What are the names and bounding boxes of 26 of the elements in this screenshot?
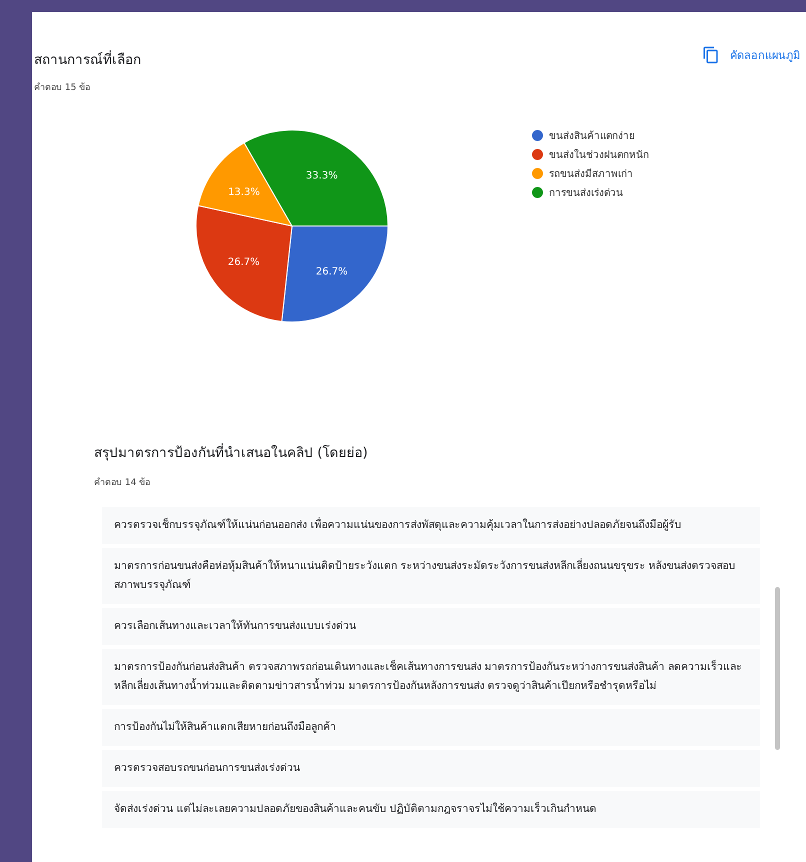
slice-label: 13.3% xyxy=(228,186,260,198)
legend-dot xyxy=(532,168,543,179)
response-text: ควรตรวจสอบรถขนก่อนการขนส่งเร่งด่วน xyxy=(102,750,760,787)
response-text: มาตรการป้องกันก่อนส่งสินค้า ตรวจสภาพรถก่อนเดินทางและเช็คเส้นทางการขนส่ง มาตรการป้องกันระหว่างการขนส่งสินค้า ลดความเร็วและหลีกเลี่ยงเส้นทางน้ำท่วมและติดตามข่าวสารน้ำท่วม มาตรการป้องกันหลังการขนส่ง ตรวจดูว่าสินค้าเปียกหรือชำรุดหรือไม่ xyxy=(102,649,760,705)
legend-dot xyxy=(532,130,543,141)
response-text: จัดส่งเร่งด่วน แต่ไม่ละเลยความปลอดภัยของสินค้าและคนขับ ปฏิบัติตามกฎจราจรไม่ใช้ความเร็วเกินกำหนด xyxy=(102,791,760,828)
response-count: คำตอบ 15 ข้อ xyxy=(34,82,92,94)
slice-label: 26.7% xyxy=(316,266,348,278)
question-title: สรุปมาตรการป้องกันที่นำเสนอในคลิป (โดยย่อ) xyxy=(94,442,369,463)
copy-chart-button[interactable]: คัดลอกแผนภูมิ xyxy=(702,46,800,64)
legend-dot xyxy=(532,149,543,160)
legend-label: ขนส่งสินค้าแตกง่าย xyxy=(549,130,635,143)
response-text: ควรตรวจเช็กบรรจุภัณฑ์ให้แน่นก่อนออกส่ง เพื่อความแน่นของการส่งพัสดุและความคุ้มเวลาในการส่งอย่างปลอดภัยจนถึงมือผู้รับ xyxy=(102,507,760,544)
response-text: มาตรการก่อนขนส่งคือห่อหุ้มสินค้าให้หนาแน่นติดป้ายระวังแตก ระหว่างขนส่งระมัดระวังการขนส่งหลีกเลี่ยงถนนขรุขระ หลังขนส่งตรวจสอบสภาพบรรจุภัณฑ์ xyxy=(102,548,760,604)
legend-label: ขนส่งในช่วงฝนตกหนัก xyxy=(549,148,649,162)
question-title: สถานการณ์ที่เลือก xyxy=(34,49,141,70)
legend-label: รถขนส่งมีสภาพเก่า xyxy=(549,168,633,181)
response-text: การป้องกันไม่ให้สินค้าแตกเสียหายก่อนถึงมือลูกค้า xyxy=(102,709,760,746)
legend-label: การขนส่งเร่งด่วน xyxy=(549,187,623,200)
scrollbar-thumb[interactable] xyxy=(775,587,780,750)
slice-label: 26.7% xyxy=(228,256,260,268)
response-text: ควรเลือกเส้นทางและเวลาให้ทันการขนส่งแบบเร่งด่วน xyxy=(102,608,760,645)
response-count: คำตอบ 14 ข้อ xyxy=(94,476,152,489)
copy-icon xyxy=(702,46,720,64)
legend-dot xyxy=(532,187,543,198)
slice-label: 33.3% xyxy=(306,170,338,182)
